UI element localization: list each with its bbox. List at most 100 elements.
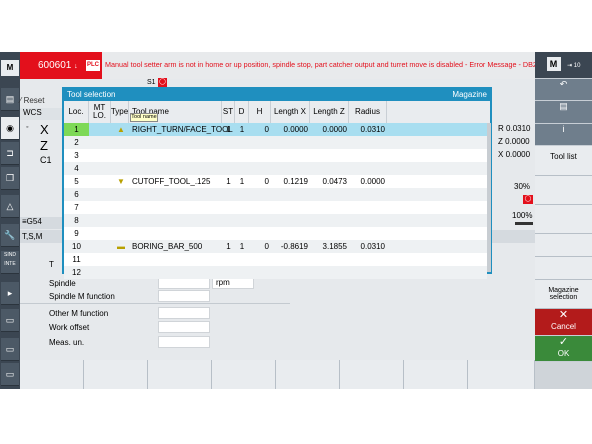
softkey-bottom-6[interactable]: [340, 360, 404, 389]
softkey-empty-1[interactable]: [535, 176, 592, 205]
table-row[interactable]: 2: [64, 136, 487, 149]
spindle-m-field[interactable]: [158, 290, 210, 302]
g54-label: ≡G54: [20, 217, 64, 229]
col-st[interactable]: ST: [222, 101, 235, 123]
edit-icon[interactable]: ⊐: [1, 142, 19, 165]
program-icon[interactable]: ▤: [1, 88, 19, 111]
cell-loc: 7: [74, 203, 79, 212]
window-button[interactable]: ▤: [535, 101, 592, 124]
spindle-label: Spindle: [49, 279, 76, 288]
col-type[interactable]: Type: [111, 101, 129, 123]
table-row[interactable]: 7: [64, 201, 487, 214]
work-offset-label: Work offset: [49, 323, 90, 332]
wrench-icon[interactable]: 🔧: [1, 224, 19, 247]
ok-button[interactable]: ✓ OK: [535, 336, 592, 362]
cell-loc: 12: [72, 268, 81, 277]
window-icon-3[interactable]: ▭: [1, 363, 19, 386]
jog-icon[interactable]: ◉: [1, 117, 19, 140]
spindle-m-label: Spindle M function: [49, 292, 115, 301]
cell-loc: 2: [74, 138, 79, 147]
copy-icon[interactable]: ❐: [1, 167, 19, 190]
magazine-selection-button[interactable]: Magazine selection: [535, 280, 592, 309]
cell-length-x: 0.1219: [283, 177, 308, 186]
softkey-bottom-4[interactable]: [212, 360, 276, 389]
meas-field[interactable]: [158, 336, 210, 348]
cell-d: 1: [239, 177, 245, 186]
cell-loc: 1: [64, 123, 89, 136]
cell-tool-name: CUTOFF_TOOL_.125: [132, 177, 211, 186]
pos-x: X 0.0000: [498, 150, 531, 159]
cell-loc: 9: [74, 229, 79, 238]
table-row[interactable]: 1 ▲ RIGHT_TURN/FACE_TOOL 1 1 0 0.0000 0.0000 0.0…: [64, 123, 487, 136]
cell-radius: 0.0000: [360, 177, 385, 186]
col-d[interactable]: D: [235, 101, 249, 123]
table-row[interactable]: 8: [64, 214, 487, 227]
machine-area-button[interactable]: M ⇥ 10: [535, 52, 592, 79]
softkey-bottom-2[interactable]: [84, 360, 148, 389]
softkey-bottom-1[interactable]: [20, 360, 84, 389]
table-row[interactable]: 6: [64, 188, 487, 201]
separator: [20, 303, 290, 304]
col-length-z[interactable]: Length Z: [310, 101, 349, 123]
cell-tool-name: BORING_BAR_500: [132, 242, 203, 251]
cell-st: 1: [226, 242, 231, 251]
undo-button[interactable]: ↶: [535, 79, 592, 101]
sind-inte-button[interactable]: SIND INTE: [1, 251, 19, 274]
machine-icon[interactable]: M: [1, 60, 19, 76]
feed-stop-icon: ◯: [523, 195, 533, 204]
expand-arrow-icon[interactable]: ▸: [1, 282, 19, 305]
spindle-override: 100%: [512, 211, 533, 220]
cell-length-x: -0.8619: [280, 242, 308, 251]
cell-d: 1: [239, 242, 245, 251]
cell-h: 0: [264, 177, 269, 186]
pos-r: R 0.0310: [498, 124, 531, 133]
axis-c1: C1: [40, 155, 52, 165]
col-loc[interactable]: Loc.: [64, 101, 89, 123]
table-row[interactable]: 12: [64, 266, 487, 279]
cancel-button[interactable]: ✕ Cancel: [535, 309, 592, 336]
col-mt-lo[interactable]: MT LO.: [89, 101, 111, 123]
window-icon[interactable]: ▭: [1, 309, 19, 332]
table-row[interactable]: 5 ▼ CUTOFF_TOOL_.125 1 1 0 0.1219 0.0473 0.0000: [64, 175, 487, 188]
cell-st: 1: [226, 125, 231, 134]
table-row[interactable]: 4: [64, 162, 487, 175]
cell-tool-name: RIGHT_TURN/FACE_TOOL: [132, 125, 233, 134]
header-icons: ⇥ 10: [567, 63, 581, 69]
warning-icon[interactable]: △: [1, 195, 19, 218]
active-axis-marker: ◦: [26, 124, 29, 131]
table-row[interactable]: 11: [64, 253, 487, 266]
softkey-bottom-7[interactable]: [404, 360, 468, 389]
other-m-label: Other M function: [49, 309, 109, 318]
softkey-empty-4[interactable]: [535, 257, 592, 280]
table-row[interactable]: 10 ▬ BORING_BAR_500 1 1 0 -0.8619 3.1855 0.0310: [64, 240, 487, 253]
other-m-field[interactable]: [158, 307, 210, 319]
col-radius[interactable]: Radius: [349, 101, 387, 123]
cell-loc: 8: [74, 216, 79, 225]
table-row[interactable]: 3: [64, 149, 487, 162]
col-length-x[interactable]: Length X: [271, 101, 310, 123]
cell-st: 1: [226, 177, 231, 186]
softkey-bottom-5[interactable]: [276, 360, 340, 389]
softkey-bottom-3[interactable]: [148, 360, 212, 389]
t-label: T: [49, 260, 54, 269]
cutoff-tool-icon: ▼: [117, 177, 125, 186]
softkey-empty-3[interactable]: [535, 234, 592, 257]
table-row[interactable]: 9: [64, 227, 487, 240]
dialog-magazine-label: Magazine: [452, 90, 487, 99]
spindle-alarm-icon: ◯: [158, 78, 167, 87]
tool-list-button[interactable]: Tool list: [535, 146, 592, 176]
info-button[interactable]: i: [535, 124, 592, 146]
cell-length-z: 0.0473: [322, 177, 347, 186]
tool-name-tooltip: Tool name: [130, 113, 158, 122]
col-h[interactable]: H: [249, 101, 271, 123]
table-scrollbar[interactable]: [487, 123, 491, 272]
window-icon-2[interactable]: ▭: [1, 338, 19, 361]
cell-loc: 3: [74, 151, 79, 160]
work-offset-field[interactable]: [158, 321, 210, 333]
turning-tool-icon: ▲: [117, 125, 125, 134]
wcs-label: WCS: [20, 108, 64, 120]
reset-label: ⁄ Reset: [20, 96, 45, 105]
softkey-empty-2[interactable]: [535, 205, 592, 234]
cell-d: 1: [239, 125, 245, 134]
softkey-bottom-8[interactable]: [468, 360, 535, 389]
